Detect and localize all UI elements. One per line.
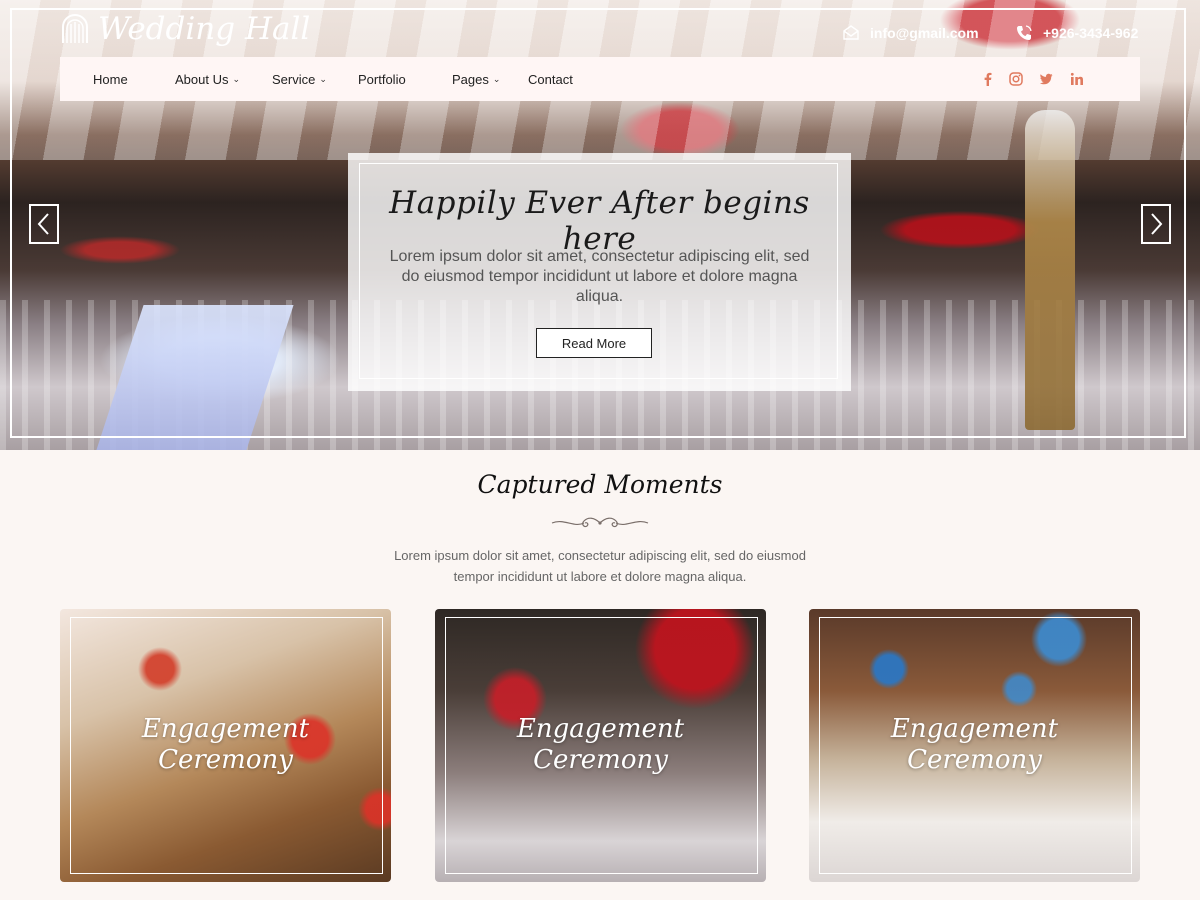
nav-service[interactable]: Service ⌄: [272, 57, 327, 101]
facebook-icon[interactable]: [978, 69, 998, 89]
card-title: Engagement Ceremony: [60, 714, 391, 776]
slider-next-button[interactable]: [1141, 204, 1171, 244]
moment-card[interactable]: Engagement Ceremony: [60, 609, 391, 882]
chevron-left-icon: [37, 213, 49, 235]
card-title: Engagement Ceremony: [809, 714, 1140, 776]
moment-card[interactable]: Engagement Ceremony: [435, 609, 766, 882]
hero-caption: Happily Ever After begins here Lorem ips…: [348, 153, 851, 391]
card-title-line: Engagement: [141, 714, 310, 744]
ornament-divider-icon: [551, 517, 649, 528]
instagram-icon[interactable]: [1006, 69, 1026, 89]
phone-contact[interactable]: +926-3434-962: [1015, 24, 1138, 42]
chevron-right-icon: [1151, 213, 1163, 235]
main-nav: Home About Us ⌄ Service ⌄ Portfolio Page…: [60, 57, 1140, 101]
hero-slider: Wedding Hall info@gmail.com +926-3434-96…: [0, 0, 1200, 450]
twitter-icon[interactable]: [1036, 69, 1056, 89]
slider-prev-button[interactable]: [29, 204, 59, 244]
envelope-icon: [843, 25, 859, 40]
nav-portfolio[interactable]: Portfolio: [358, 57, 406, 101]
nav-label: Portfolio: [358, 71, 406, 87]
read-more-button[interactable]: Read More: [536, 328, 652, 358]
chevron-down-icon: ⌄: [232, 73, 241, 84]
logo-text: Wedding Hall: [98, 11, 311, 47]
chevron-down-icon: ⌄: [319, 73, 327, 84]
nav-label: Service: [272, 71, 316, 87]
nav-label: Contact: [528, 71, 573, 87]
section-text: Lorem ipsum dolor sit amet, consectetur …: [394, 548, 806, 584]
hero-text: Lorem ipsum dolor sit amet, consectetur …: [389, 248, 810, 305]
card-title-line: Ceremony: [907, 745, 1042, 775]
email-contact[interactable]: info@gmail.com: [842, 24, 979, 42]
nav-label: About Us: [175, 71, 229, 87]
nav-contact[interactable]: Contact: [528, 57, 573, 101]
phone-icon: [1017, 25, 1032, 40]
nav-label: Pages: [452, 71, 489, 87]
section-title: Captured Moments: [477, 470, 723, 499]
card-title-line: Ceremony: [533, 745, 668, 775]
nav-about-us[interactable]: About Us ⌄: [175, 57, 240, 101]
nav-pages[interactable]: Pages ⌄: [452, 57, 500, 101]
phone-text: +926-3434-962: [1043, 25, 1139, 41]
card-title-line: Ceremony: [158, 745, 293, 775]
email-text: info@gmail.com: [870, 25, 979, 41]
card-title-line: Engagement: [516, 714, 685, 744]
site-logo[interactable]: Wedding Hall: [60, 12, 310, 46]
nav-home[interactable]: Home: [93, 57, 128, 101]
linkedin-icon[interactable]: [1067, 69, 1087, 89]
chevron-down-icon: ⌄: [492, 73, 501, 84]
card-title-line: Engagement: [890, 714, 1059, 744]
card-title: Engagement Ceremony: [435, 714, 766, 776]
nav-label: Home: [93, 71, 128, 87]
arch-gate-icon: [62, 14, 88, 43]
moment-card[interactable]: Engagement Ceremony: [809, 609, 1140, 882]
